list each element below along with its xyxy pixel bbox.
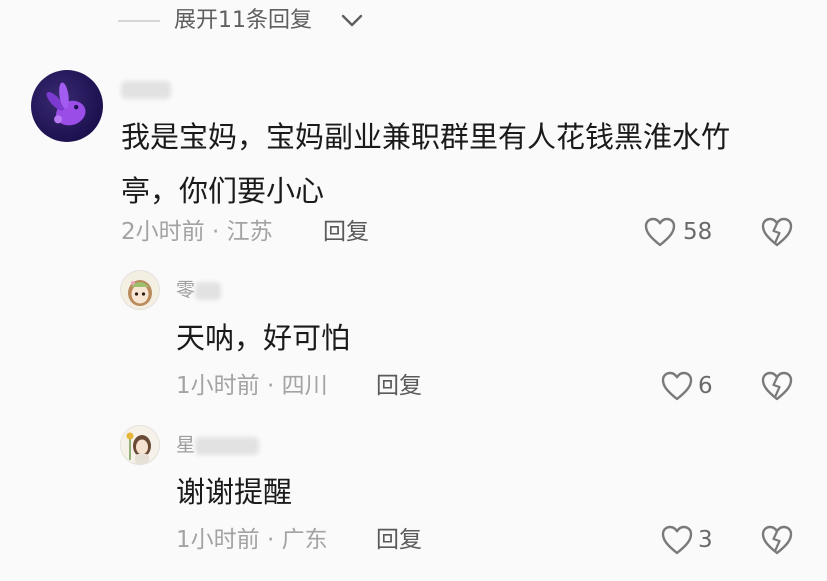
dislike-heart-icon[interactable]: [760, 216, 794, 248]
username-obscured: [121, 80, 171, 99]
comment-text-line: 亭，你们要小心: [121, 174, 325, 208]
username[interactable]: 零: [176, 278, 222, 302]
comment-meta: 1小时前 · 广东: [176, 527, 328, 553]
comment-meta: 1小时前 · 四川: [176, 373, 328, 399]
chevron-down-icon[interactable]: [341, 14, 363, 28]
username[interactable]: [121, 77, 171, 101]
avatar[interactable]: [120, 270, 160, 310]
reply-button[interactable]: 回复: [376, 371, 422, 401]
username-obscured: [195, 281, 222, 300]
reply-button[interactable]: 回复: [376, 525, 422, 555]
comment-text: 我是宝妈，宝妈副业兼职群里有人花钱黑淮水竹 亭，你们要小心: [121, 110, 811, 218]
dislike-heart-icon[interactable]: [760, 524, 794, 556]
like-count: 58: [683, 219, 713, 245]
like-count: 3: [698, 527, 713, 553]
heart-icon[interactable]: [660, 370, 694, 402]
username-obscured: [195, 436, 260, 455]
avatar[interactable]: [31, 70, 103, 142]
comment-text: 天呐，好可怕: [176, 321, 351, 355]
comment-meta: 2小时前 · 江苏: [121, 219, 273, 245]
dislike-heart-icon[interactable]: [760, 370, 794, 402]
avatar[interactable]: [120, 425, 160, 465]
expand-divider: [118, 20, 160, 22]
heart-icon[interactable]: [660, 524, 694, 556]
reply-button[interactable]: 回复: [323, 217, 369, 247]
comment-text: 谢谢提醒: [176, 475, 293, 509]
expand-replies-button[interactable]: 展开11条回复: [174, 6, 312, 36]
username[interactable]: 星: [176, 433, 260, 457]
heart-icon[interactable]: [643, 216, 677, 248]
like-count: 6: [698, 373, 713, 399]
comment-text-line: 我是宝妈，宝妈副业兼职群里有人花钱黑淮水竹: [121, 120, 731, 154]
